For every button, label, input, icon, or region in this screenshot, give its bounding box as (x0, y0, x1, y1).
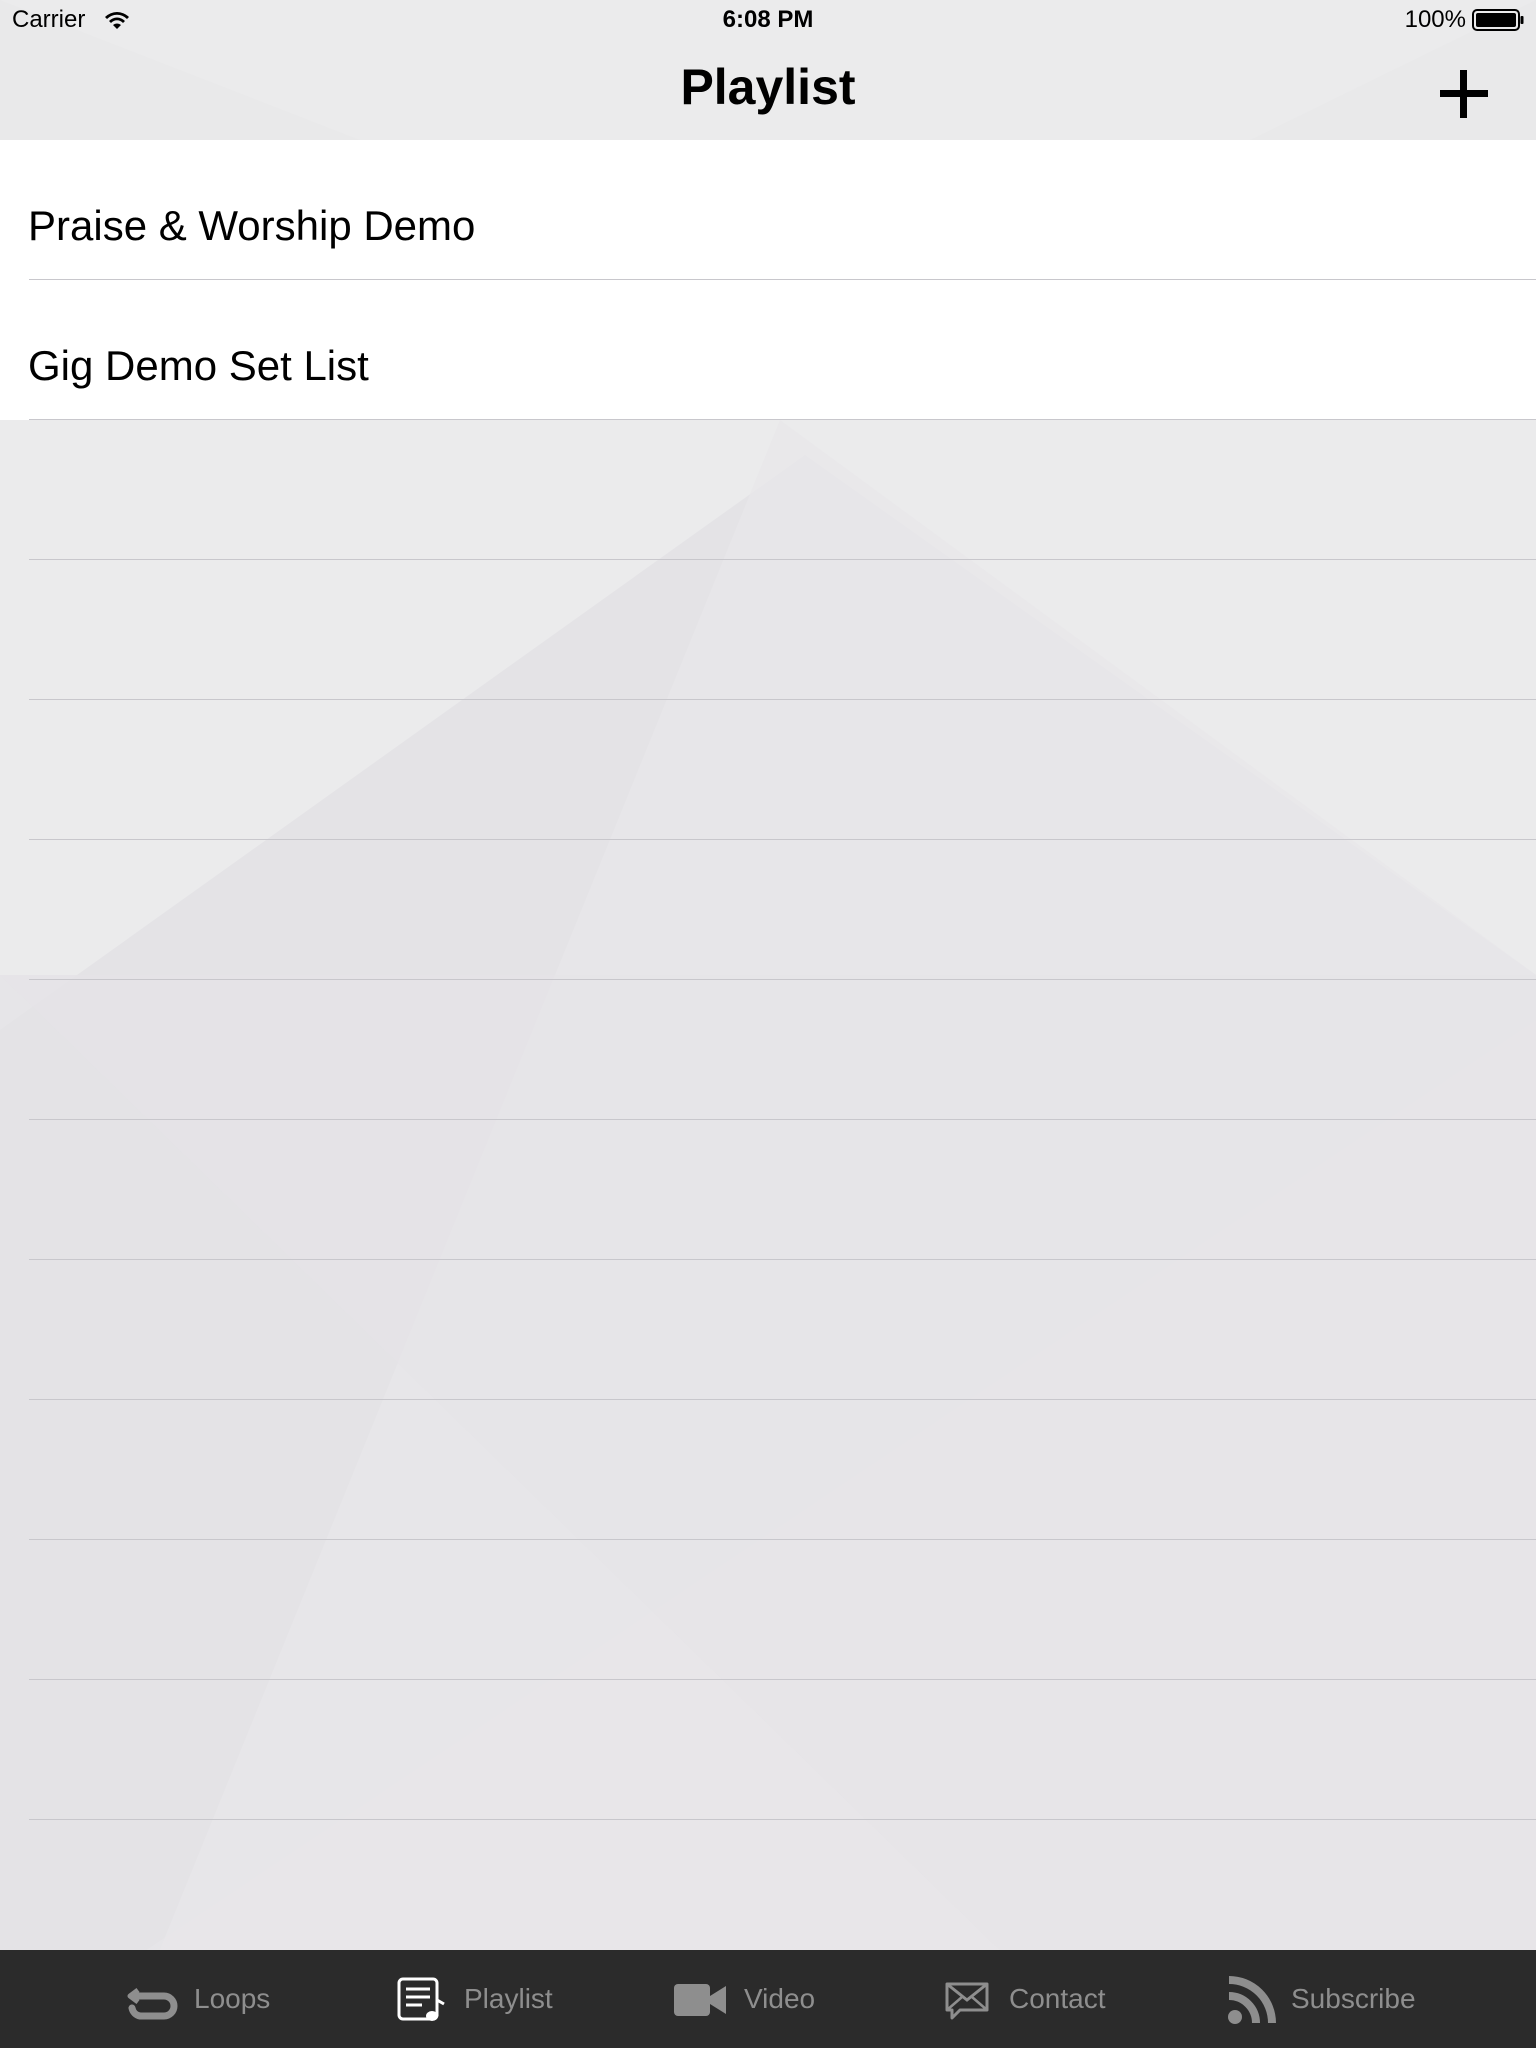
empty-row (0, 700, 1536, 840)
empty-row (0, 1400, 1536, 1540)
tab-contact[interactable]: Contact (944, 1950, 1124, 2048)
tab-playlist[interactable]: Playlist (396, 1950, 566, 2048)
empty-row (0, 1260, 1536, 1400)
playlist-icon (397, 1977, 445, 2021)
rss-icon (1228, 1976, 1276, 2024)
envelope-icon (945, 1982, 989, 2020)
battery-percentage: 100% (1404, 6, 1466, 33)
battery-icon (1472, 9, 1524, 31)
tab-loops[interactable]: Loops (120, 1950, 280, 2048)
empty-row (0, 1120, 1536, 1260)
playlist-title: Gig Demo Set List (28, 342, 369, 389)
app-screen: Carrier 6:08 PM 100% Playlist Praise & W… (0, 0, 1536, 2048)
loop-icon (127, 1988, 178, 2020)
tab-label: Subscribe (1291, 1983, 1416, 2014)
status-bar: Carrier 6:08 PM 100% (0, 0, 1536, 40)
tab-bar: Loops Playlist Video Contact Subscribe (0, 1950, 1536, 2048)
playlist-row[interactable]: Gig Demo Set List (0, 280, 1536, 420)
tab-subscribe[interactable]: Subscribe (1226, 1950, 1426, 2048)
tab-label: Loops (194, 1983, 271, 2014)
empty-row (0, 1540, 1536, 1680)
page-title: Playlist (680, 59, 856, 115)
status-time: 6:08 PM (722, 6, 814, 33)
plus-icon[interactable] (1434, 64, 1494, 124)
tab-label: Video (744, 1983, 816, 2014)
tab-video[interactable]: Video (672, 1950, 832, 2048)
row-separator (29, 1819, 1536, 1820)
navigation-bar: Playlist (0, 40, 1536, 140)
video-camera-icon (674, 1984, 726, 2016)
empty-row (0, 560, 1536, 700)
playlist-table: Praise & Worship Demo Gig Demo Set List (0, 140, 1536, 1820)
playlist-title: Praise & Worship Demo (28, 202, 476, 249)
empty-row (0, 420, 1536, 560)
tab-label: Playlist (464, 1983, 553, 2014)
playlist-row[interactable]: Praise & Worship Demo (0, 140, 1536, 280)
empty-row (0, 980, 1536, 1120)
tab-label: Contact (1009, 1983, 1106, 2014)
empty-row (0, 840, 1536, 980)
empty-row (0, 1680, 1536, 1820)
